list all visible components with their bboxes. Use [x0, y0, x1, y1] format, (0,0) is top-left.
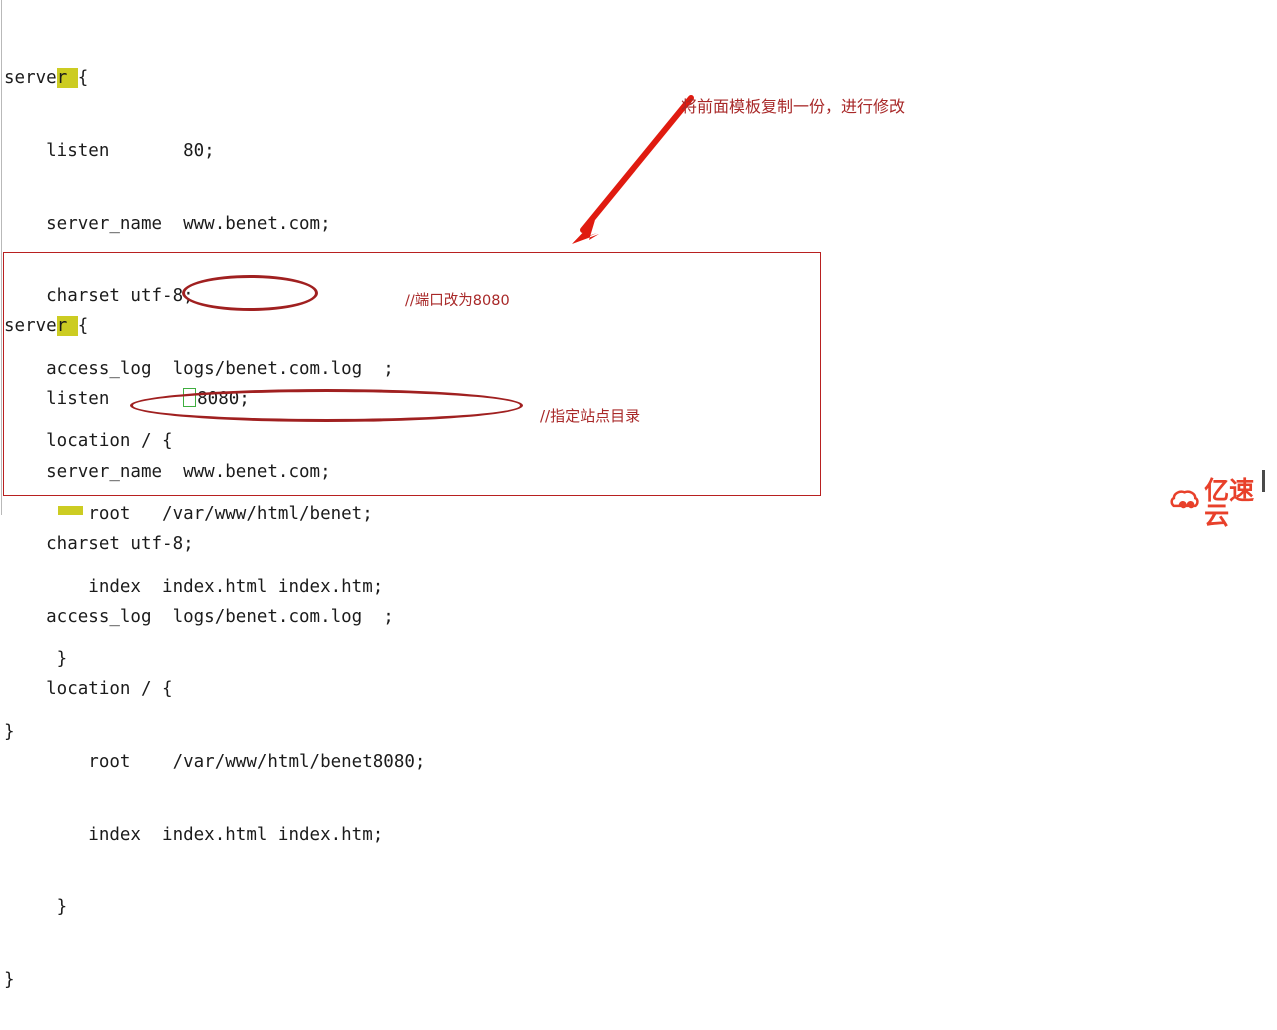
- listen-port-ellipse: [182, 275, 318, 311]
- code-line: charset utf-8;: [4, 532, 425, 556]
- copy-template-note: 将前面模板复制一份，进行修改: [681, 97, 906, 116]
- code-line: server {: [4, 66, 394, 90]
- code-line: }: [4, 968, 425, 992]
- code-text: listen 80;: [4, 141, 215, 161]
- code-line: index index.html index.htm;: [4, 823, 425, 847]
- code-text: server_name www.benet.com;: [4, 213, 331, 234]
- root-directory-ellipse: [130, 389, 523, 422]
- watermark-text: 亿速云: [1204, 476, 1255, 530]
- port-change-note: //端口改为8080: [405, 293, 510, 309]
- code-text: access_log logs/benet.com.log ;: [4, 606, 394, 627]
- yellow-highlight: r: [56, 68, 78, 89]
- code-line: access_log logs/benet.com.log ;: [4, 605, 425, 629]
- code-text: }: [4, 897, 68, 918]
- code-text: server_name www.benet.com;: [4, 461, 331, 482]
- yellow-highlight: r: [56, 316, 78, 337]
- code-text: {: [77, 316, 89, 337]
- code-line: location / {: [4, 677, 425, 701]
- copied-modified-server-block: server { listen 8080; server_name www.be…: [4, 266, 425, 1030]
- code-line: server_name www.benet.com;: [4, 460, 425, 484]
- code-text: serve: [4, 316, 57, 337]
- code-text: charset utf-8;: [4, 534, 194, 555]
- screenshot-canvas: server { listen 80; server_name www.bene…: [0, 0, 1277, 990]
- code-line: server {: [4, 314, 425, 338]
- left-edge-rule: [1, 0, 2, 515]
- cloud-swirl-logo-icon: [1170, 490, 1199, 509]
- code-text: index index.html index.htm;: [4, 824, 384, 845]
- watermark: 亿速云: [1170, 478, 1277, 528]
- code-line: }: [4, 895, 425, 919]
- code-text: location / {: [4, 679, 173, 700]
- code-line: server_name www.benet.com;: [4, 212, 394, 236]
- site-directory-note: //指定站点目录: [540, 407, 641, 425]
- code-text: serve: [4, 68, 57, 89]
- code-line: listen 80;: [4, 139, 394, 163]
- code-text: {: [77, 68, 89, 89]
- code-text: root /var/www/html/benet8080;: [4, 751, 426, 772]
- code-text: }: [4, 969, 15, 990]
- code-line: root /var/www/html/benet8080;: [4, 750, 425, 774]
- clipped-yellow-highlight: [58, 506, 83, 515]
